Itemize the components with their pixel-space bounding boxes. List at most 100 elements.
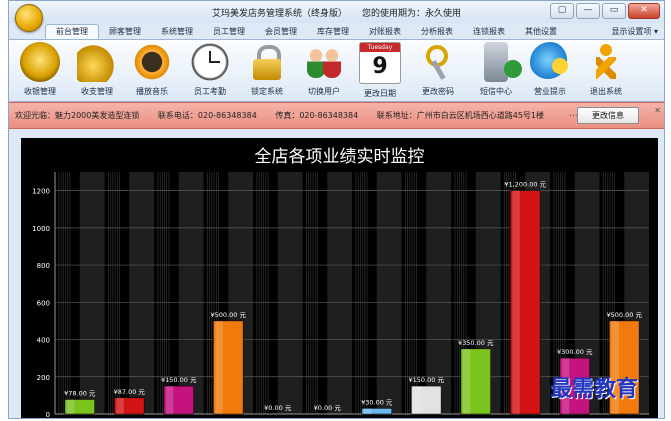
bar-value-label: ¥0.00 元 [314, 404, 342, 412]
restore-icon[interactable]: ▢ [550, 3, 574, 19]
title-bar: 艾玛美发店务管理系统（终身版） 您的使用期为：永久使用 ▢ — ▭ ✕ [9, 1, 664, 23]
cash-icon [77, 42, 117, 82]
calendar-weekday: Tuesday [360, 43, 400, 52]
ribbon-label: 收银管理 [24, 87, 56, 96]
y-tick-label: 1200 [32, 188, 50, 196]
edit-info-button[interactable]: 更改信息 [577, 107, 639, 124]
plot-band [327, 172, 352, 414]
watermark-text: 最需教育 [550, 376, 639, 402]
tab-front-desk[interactable]: 前台管理 [45, 24, 99, 39]
bar-value-label: ¥78.00 元 [64, 389, 96, 397]
display-settings-menu[interactable]: 显示设置项 ▾ [611, 26, 658, 37]
bar-value-label: ¥150.00 元 [409, 376, 445, 384]
address-text: 联系地址：广州市白云区机场西心道路45号1楼 [376, 111, 545, 120]
ribbon-label: 更改日期 [364, 89, 396, 98]
phone-text: 联系电话：020-86348384 [157, 111, 257, 120]
ribbon-business-tips-button[interactable]: 营业提示 [525, 42, 575, 97]
app-menu-orb-icon[interactable] [15, 4, 43, 32]
y-tick-label: 400 [37, 337, 50, 345]
plot-band [79, 172, 105, 414]
users-icon [304, 42, 344, 82]
ribbon-music-button[interactable]: 播放音乐 [127, 42, 177, 97]
ribbon-label: 更改密码 [422, 87, 454, 96]
app-window: 艾玛美发店务管理系统（终身版） 您的使用期为：永久使用 ▢ — ▭ ✕ 前台管理… [8, 0, 665, 419]
bar-value-label: ¥500.00 元 [211, 311, 247, 319]
fax-text: 传真：020-86348384 [275, 111, 359, 120]
plot-band [376, 172, 402, 414]
ribbon-lock-button[interactable]: 锁定系统 [242, 42, 292, 97]
chart-title: 全店各项业绩实时监控 [255, 147, 425, 167]
ribbon-label: 员工考勤 [194, 87, 226, 96]
tab-other-settings[interactable]: 其他设置 [515, 25, 567, 39]
calendar-day: 9 [372, 54, 388, 79]
ribbon-attendance-button[interactable]: 员工考勤 [185, 42, 235, 97]
ribbon-label: 短信中心 [480, 87, 512, 96]
tab-chain[interactable]: 连锁报表 [463, 25, 515, 39]
ribbon-label: 营业提示 [534, 87, 566, 96]
close-icon[interactable]: ✕ [654, 106, 661, 115]
tab-customers[interactable]: 顾客管理 [99, 25, 151, 39]
ribbon-exit-button[interactable]: 退出系统 [581, 42, 631, 97]
store-info-text: 欢迎光临：魅力2000美发造型连锁 联系电话：020-86348384 传真：0… [15, 110, 560, 121]
ribbon-change-password-button[interactable]: 更改密码 [413, 42, 463, 97]
bar-highlight [165, 386, 174, 414]
tab-reconciliation[interactable]: 对账报表 [359, 25, 411, 39]
bar-value-label: ¥87.00 元 [114, 388, 146, 396]
tab-members[interactable]: 会员管理 [255, 25, 307, 39]
tab-system[interactable]: 系统管理 [151, 25, 203, 39]
ribbon-label: 锁定系统 [251, 87, 283, 96]
minimize-button[interactable]: — [576, 3, 600, 19]
bar-highlight [512, 190, 520, 414]
ribbon-change-date-button[interactable]: Tuesday 9 更改日期 [355, 42, 405, 99]
y-tick-label: 600 [37, 299, 50, 307]
ribbon-label: 退出系统 [590, 87, 622, 96]
chat-icon [530, 42, 570, 82]
store-info-bar: 欢迎光临：魅力2000美发造型连锁 联系电话：020-86348384 传真：0… [9, 102, 664, 129]
tab-inventory[interactable]: 库存管理 [307, 25, 359, 39]
bar-highlight [413, 386, 421, 414]
ribbon-cashier-button[interactable]: 收银管理 [15, 42, 65, 97]
lock-icon [247, 42, 287, 82]
bar-value-label: ¥0.00 元 [264, 404, 292, 412]
bar-highlight [215, 320, 223, 414]
keys-icon [418, 42, 458, 82]
ribbon-tabs: 前台管理 顾客管理 系统管理 员工管理 会员管理 库存管理 对账报表 分析报表 … [45, 24, 664, 39]
tab-staff[interactable]: 员工管理 [203, 25, 255, 39]
tab-analysis[interactable]: 分析报表 [411, 25, 463, 39]
y-tick-label: 0 [46, 411, 50, 418]
ribbon-income-expense-button[interactable]: 收支管理 [72, 42, 122, 97]
welcome-text: 欢迎光临：魅力2000美发造型连锁 [15, 111, 140, 120]
bar-highlight [363, 408, 372, 414]
ribbon-label: 收支管理 [81, 87, 113, 96]
clock-icon [190, 42, 230, 82]
bar-value-label: ¥350.00 元 [458, 339, 494, 347]
bar-value-label: ¥150.00 元 [161, 376, 197, 384]
ribbon-label: 播放音乐 [136, 87, 168, 96]
exit-icon [586, 42, 626, 82]
bar-value-label: ¥500.00 元 [607, 311, 643, 319]
window-controls: ▢ — ▭ ✕ [550, 3, 660, 19]
app-title: 艾玛美发店务管理系统（终身版） [212, 9, 348, 19]
bar-value-label: ¥30.00 元 [361, 398, 393, 406]
y-tick-label: 800 [37, 262, 50, 270]
bar-highlight [462, 348, 471, 414]
bar-value-label: ¥1,200.00 元 [504, 181, 546, 189]
y-tick-label: 200 [37, 374, 50, 382]
ribbon-toolbar: 收银管理 收支管理 播放音乐 员工考勤 锁定系统 切换用户 Tuesday 9 [9, 39, 664, 102]
plot-band [129, 172, 154, 414]
bar-highlight [66, 399, 75, 414]
sms-icon [484, 42, 522, 82]
ribbon-sms-button[interactable]: 短信中心 [471, 42, 522, 97]
calendar-icon: Tuesday 9 [359, 42, 401, 84]
ribbon-label: 切换用户 [308, 87, 340, 96]
ribbon-switch-user-button[interactable]: 切换用户 [299, 42, 349, 97]
bar-highlight [116, 397, 124, 414]
license-text: 您的使用期为：永久使用 [361, 9, 461, 19]
close-button[interactable]: ✕ [628, 3, 660, 19]
music-icon [132, 42, 172, 82]
y-tick-label: 1000 [32, 225, 50, 233]
maximize-button[interactable]: ▭ [602, 3, 626, 19]
plot-band [277, 172, 303, 414]
bar-value-label: ¥300.00 元 [557, 348, 593, 356]
coins-icon [20, 42, 60, 82]
